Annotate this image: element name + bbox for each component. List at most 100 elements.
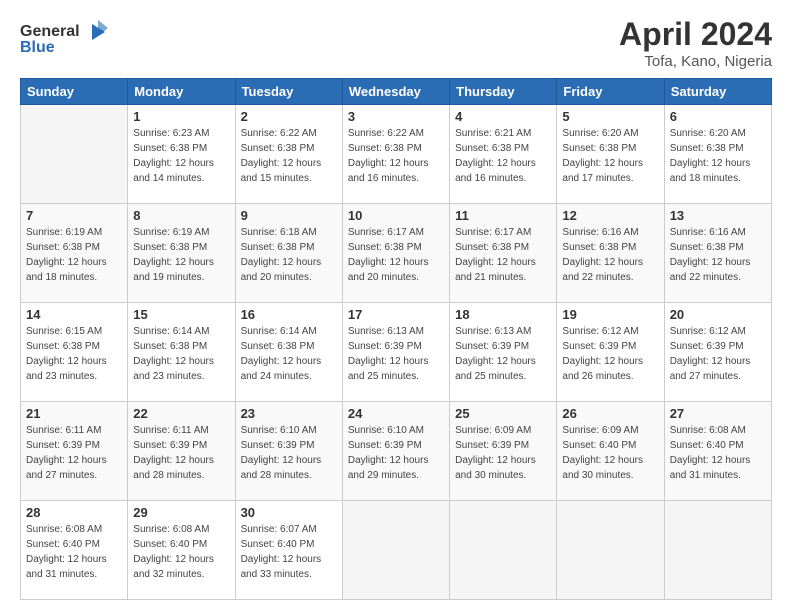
svg-text:Blue: Blue bbox=[20, 39, 55, 56]
calendar-cell: 6 Sunrise: 6:20 AMSunset: 6:38 PMDaylight… bbox=[664, 105, 771, 204]
day-number: 13 bbox=[670, 208, 766, 223]
calendar-week-row: 1Sunrise: 6:23 AMSunset: 6:38 PMDaylight… bbox=[21, 105, 772, 204]
calendar-header-wednesday: Wednesday bbox=[342, 79, 449, 105]
day-number: 28 bbox=[26, 505, 122, 520]
day-number: 7 bbox=[26, 208, 122, 223]
day-detail: Sunrise: 6:16 AMSunset: 6:38 PMDaylight:… bbox=[670, 227, 751, 283]
day-detail: Sunrise: 6:08 AMSunset: 6:40 PMDaylight:… bbox=[133, 524, 214, 580]
header: General Blue April 2024 Tofa, Kano, Nige… bbox=[20, 16, 772, 70]
day-number: 25 bbox=[455, 406, 551, 421]
day-detail: Sunrise: 6:17 AMSunset: 6:38 PMDaylight:… bbox=[348, 227, 429, 283]
day-number: 30 bbox=[241, 505, 337, 520]
day-detail: Sunrise: 6:12 AMSunset: 6:39 PMDaylight:… bbox=[670, 326, 751, 382]
day-detail: Sunrise: 6:10 AMSunset: 6:39 PMDaylight:… bbox=[348, 425, 429, 481]
calendar-cell: 22 Sunrise: 6:11 AMSunset: 6:39 PMDayligh… bbox=[128, 402, 235, 501]
calendar-cell: 29 Sunrise: 6:08 AMSunset: 6:40 PMDayligh… bbox=[128, 501, 235, 600]
day-detail: Sunrise: 6:23 AMSunset: 6:38 PMDaylight:… bbox=[133, 128, 214, 184]
day-number: 26 bbox=[562, 406, 658, 421]
page: General Blue April 2024 Tofa, Kano, Nige… bbox=[0, 0, 792, 612]
calendar-body: 1Sunrise: 6:23 AMSunset: 6:38 PMDaylight… bbox=[21, 105, 772, 600]
day-number: 22 bbox=[133, 406, 229, 421]
calendar-cell: 20Sunrise: 6:12 AMSunset: 6:39 PMDayligh… bbox=[664, 303, 771, 402]
calendar-cell: 25 Sunrise: 6:09 AMSunset: 6:39 PMDayligh… bbox=[450, 402, 557, 501]
day-detail: Sunrise: 6:12 AMSunset: 6:39 PMDaylight:… bbox=[562, 326, 643, 382]
calendar-header-friday: Friday bbox=[557, 79, 664, 105]
page-subtitle: Tofa, Kano, Nigeria bbox=[619, 53, 772, 70]
calendar-header-tuesday: Tuesday bbox=[235, 79, 342, 105]
calendar-cell bbox=[342, 501, 449, 600]
calendar-cell: 11 Sunrise: 6:17 AMSunset: 6:38 PMDayligh… bbox=[450, 204, 557, 303]
day-detail: Sunrise: 6:07 AMSunset: 6:40 PMDaylight:… bbox=[241, 524, 322, 580]
calendar-cell: 12Sunrise: 6:16 AMSunset: 6:38 PMDayligh… bbox=[557, 204, 664, 303]
day-number: 10 bbox=[348, 208, 444, 223]
calendar-cell: 26 Sunrise: 6:09 AMSunset: 6:40 PMDayligh… bbox=[557, 402, 664, 501]
day-number: 15 bbox=[133, 307, 229, 322]
calendar-cell: 5 Sunrise: 6:20 AMSunset: 6:38 PMDaylight… bbox=[557, 105, 664, 204]
day-detail: Sunrise: 6:10 AMSunset: 6:39 PMDaylight:… bbox=[241, 425, 322, 481]
day-number: 2 bbox=[241, 109, 337, 124]
calendar-cell: 23Sunrise: 6:10 AMSunset: 6:39 PMDayligh… bbox=[235, 402, 342, 501]
calendar-cell bbox=[450, 501, 557, 600]
day-detail: Sunrise: 6:09 AMSunset: 6:39 PMDaylight:… bbox=[455, 425, 536, 481]
day-detail: Sunrise: 6:20 AMSunset: 6:38 PMDaylight:… bbox=[562, 128, 643, 184]
calendar-cell: 27 Sunrise: 6:08 AMSunset: 6:40 PMDayligh… bbox=[664, 402, 771, 501]
calendar-cell: 9 Sunrise: 6:18 AMSunset: 6:38 PMDaylight… bbox=[235, 204, 342, 303]
calendar-cell bbox=[557, 501, 664, 600]
day-number: 3 bbox=[348, 109, 444, 124]
day-number: 16 bbox=[241, 307, 337, 322]
day-detail: Sunrise: 6:11 AMSunset: 6:39 PMDaylight:… bbox=[26, 425, 107, 481]
day-number: 4 bbox=[455, 109, 551, 124]
day-number: 14 bbox=[26, 307, 122, 322]
calendar-cell: 19 Sunrise: 6:12 AMSunset: 6:39 PMDayligh… bbox=[557, 303, 664, 402]
page-title: April 2024 bbox=[619, 16, 772, 53]
logo: General Blue bbox=[20, 16, 110, 61]
calendar-cell: 30 Sunrise: 6:07 AMSunset: 6:40 PMDayligh… bbox=[235, 501, 342, 600]
day-number: 6 bbox=[670, 109, 766, 124]
day-detail: Sunrise: 6:09 AMSunset: 6:40 PMDaylight:… bbox=[562, 425, 643, 481]
calendar-header-sunday: Sunday bbox=[21, 79, 128, 105]
svg-text:General: General bbox=[20, 23, 80, 40]
day-detail: Sunrise: 6:18 AMSunset: 6:38 PMDaylight:… bbox=[241, 227, 322, 283]
day-number: 5 bbox=[562, 109, 658, 124]
day-detail: Sunrise: 6:22 AMSunset: 6:38 PMDaylight:… bbox=[241, 128, 322, 184]
day-detail: Sunrise: 6:11 AMSunset: 6:39 PMDaylight:… bbox=[133, 425, 214, 481]
day-detail: Sunrise: 6:22 AMSunset: 6:38 PMDaylight:… bbox=[348, 128, 429, 184]
day-number: 27 bbox=[670, 406, 766, 421]
day-number: 29 bbox=[133, 505, 229, 520]
calendar-cell: 4Sunrise: 6:21 AMSunset: 6:38 PMDaylight… bbox=[450, 105, 557, 204]
calendar-cell: 14Sunrise: 6:15 AMSunset: 6:38 PMDayligh… bbox=[21, 303, 128, 402]
day-detail: Sunrise: 6:13 AMSunset: 6:39 PMDaylight:… bbox=[348, 326, 429, 382]
calendar-week-row: 14Sunrise: 6:15 AMSunset: 6:38 PMDayligh… bbox=[21, 303, 772, 402]
calendar-week-row: 7 Sunrise: 6:19 AMSunset: 6:38 PMDaylight… bbox=[21, 204, 772, 303]
calendar-cell: 10 Sunrise: 6:17 AMSunset: 6:38 PMDayligh… bbox=[342, 204, 449, 303]
day-number: 18 bbox=[455, 307, 551, 322]
calendar-cell: 7Sunrise: 6:19 AMSunset: 6:38 PMDaylight… bbox=[21, 204, 128, 303]
day-number: 17 bbox=[348, 307, 444, 322]
calendar-cell: 8 Sunrise: 6:19 AMSunset: 6:38 PMDaylight… bbox=[128, 204, 235, 303]
calendar-cell: 13 Sunrise: 6:16 AMSunset: 6:38 PMDayligh… bbox=[664, 204, 771, 303]
day-number: 11 bbox=[455, 208, 551, 223]
calendar-cell: 15Sunrise: 6:14 AMSunset: 6:38 PMDayligh… bbox=[128, 303, 235, 402]
day-detail: Sunrise: 6:19 AMSunset: 6:38 PMDaylight:… bbox=[133, 227, 214, 283]
day-detail: Sunrise: 6:20 AMSunset: 6:38 PMDaylight:… bbox=[670, 128, 751, 184]
title-block: April 2024 Tofa, Kano, Nigeria bbox=[619, 16, 772, 70]
day-detail: Sunrise: 6:08 AMSunset: 6:40 PMDaylight:… bbox=[670, 425, 751, 481]
calendar-cell: 1Sunrise: 6:23 AMSunset: 6:38 PMDaylight… bbox=[128, 105, 235, 204]
day-number: 24 bbox=[348, 406, 444, 421]
day-number: 19 bbox=[562, 307, 658, 322]
calendar-header-row: SundayMondayTuesdayWednesdayThursdayFrid… bbox=[21, 79, 772, 105]
day-number: 8 bbox=[133, 208, 229, 223]
calendar-week-row: 28 Sunrise: 6:08 AMSunset: 6:40 PMDayligh… bbox=[21, 501, 772, 600]
day-number: 21 bbox=[26, 406, 122, 421]
calendar-header-thursday: Thursday bbox=[450, 79, 557, 105]
calendar-cell bbox=[664, 501, 771, 600]
calendar-cell: 2 Sunrise: 6:22 AMSunset: 6:38 PMDaylight… bbox=[235, 105, 342, 204]
day-detail: Sunrise: 6:17 AMSunset: 6:38 PMDaylight:… bbox=[455, 227, 536, 283]
logo-block: General Blue bbox=[20, 16, 110, 61]
day-detail: Sunrise: 6:08 AMSunset: 6:40 PMDaylight:… bbox=[26, 524, 107, 580]
calendar-cell: 24 Sunrise: 6:10 AMSunset: 6:39 PMDayligh… bbox=[342, 402, 449, 501]
day-number: 9 bbox=[241, 208, 337, 223]
day-detail: Sunrise: 6:14 AMSunset: 6:38 PMDaylight:… bbox=[241, 326, 322, 382]
calendar-week-row: 21 Sunrise: 6:11 AMSunset: 6:39 PMDayligh… bbox=[21, 402, 772, 501]
day-detail: Sunrise: 6:16 AMSunset: 6:38 PMDaylight:… bbox=[562, 227, 643, 283]
